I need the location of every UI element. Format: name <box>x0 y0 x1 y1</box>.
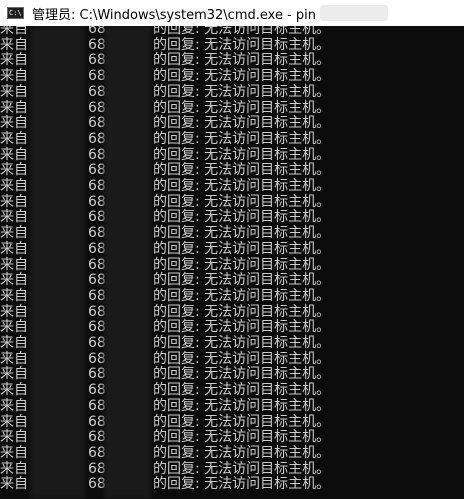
line-message: 的回复: 无法访问目标主机。 <box>153 397 331 414</box>
line-message: 的回复: 无法访问目标主机。 <box>153 429 331 446</box>
line-prefix: 来自 <box>0 272 28 289</box>
line-prefix: 来自 <box>0 413 28 430</box>
line-message: 的回复: 无法访问目标主机。 <box>153 36 331 53</box>
line-message: 的回复: 无法访问目标主机。 <box>153 287 331 304</box>
redacted-ip-block <box>30 26 85 499</box>
line-message: 的回复: 无法访问目标主机。 <box>153 115 331 132</box>
line-message: 的回复: 无法访问目标主机。 <box>153 366 331 383</box>
line-message: 的回复: 无法访问目标主机。 <box>153 225 331 242</box>
redacted-title-area <box>320 5 388 21</box>
line-prefix: 来自 <box>0 256 28 273</box>
line-prefix: 来自 <box>0 146 28 163</box>
line-message: 的回复: 无法访问目标主机。 <box>153 83 331 100</box>
line-message: 的回复: 无法访问目标主机。 <box>153 476 331 493</box>
line-prefix: 来自 <box>0 382 28 399</box>
line-message: 的回复: 无法访问目标主机。 <box>153 130 331 147</box>
line-prefix: 来自 <box>0 209 28 226</box>
line-message: 的回复: 无法访问目标主机。 <box>153 68 331 85</box>
line-prefix: 来自 <box>0 350 28 367</box>
line-prefix: 来自 <box>0 240 28 257</box>
line-message: 的回复: 无法访问目标主机。 <box>153 99 331 116</box>
line-message: 的回复: 无法访问目标主机。 <box>153 460 331 477</box>
line-message: 的回复: 无法访问目标主机。 <box>153 240 331 257</box>
line-prefix: 来自 <box>0 366 28 383</box>
line-message: 的回复: 无法访问目标主机。 <box>153 146 331 163</box>
console-output[interactable]: 来自 68. 的回复: 无法访问目标主机。 来自 68. 的回复: 无法访问目标主机。 来自… <box>0 26 464 499</box>
line-message: 的回复: 无法访问目标主机。 <box>153 382 331 399</box>
line-message: 的回复: 无法访问目标主机。 <box>153 26 331 37</box>
line-prefix: 来自 <box>0 429 28 446</box>
line-message: 的回复: 无法访问目标主机。 <box>153 303 331 320</box>
line-prefix: 来自 <box>0 476 28 493</box>
cmd-window: C:\ 管理员: C:\Windows\system32\cmd.exe - p… <box>0 0 464 499</box>
line-prefix: 来自 <box>0 444 28 461</box>
line-message: 的回复: 无法访问目标主机。 <box>153 350 331 367</box>
line-message: 的回复: 无法访问目标主机。 <box>153 272 331 289</box>
line-prefix: 来自 <box>0 319 28 336</box>
line-prefix: 来自 <box>0 178 28 194</box>
line-prefix: 来自 <box>0 335 28 351</box>
line-prefix: 来自 <box>0 303 28 320</box>
line-prefix: 来自 <box>0 460 28 477</box>
line-prefix: 来自 <box>0 193 28 210</box>
redacted-ip-block <box>104 26 151 499</box>
line-message: 的回复: 无法访问目标主机。 <box>153 52 331 69</box>
line-message: 的回复: 无法访问目标主机。 <box>153 178 331 194</box>
line-prefix: 来自 <box>0 52 28 69</box>
line-message: 的回复: 无法访问目标主机。 <box>153 256 331 273</box>
line-prefix: 来自 <box>0 68 28 85</box>
line-prefix: 来自 <box>0 397 28 414</box>
window-title: 管理员: C:\Windows\system32\cmd.exe - pin <box>32 7 316 23</box>
line-message: 的回复: 无法访问目标主机。 <box>153 209 331 226</box>
line-message: 的回复: 无法访问目标主机。 <box>153 319 331 336</box>
line-prefix: 来自 <box>0 225 28 242</box>
line-message: 的回复: 无法访问目标主机。 <box>153 193 331 210</box>
line-prefix: 来自 <box>0 83 28 100</box>
line-prefix: 来自 <box>0 130 28 147</box>
title-bar[interactable]: C:\ 管理员: C:\Windows\system32\cmd.exe - p… <box>0 0 464 26</box>
line-message: 的回复: 无法访问目标主机。 <box>153 335 331 351</box>
line-message: 的回复: 无法访问目标主机。 <box>153 413 331 430</box>
line-prefix: 来自 <box>0 99 28 116</box>
line-prefix: 来自 <box>0 287 28 304</box>
line-message: 的回复: 无法访问目标主机。 <box>153 162 331 179</box>
line-prefix: 来自 <box>0 162 28 179</box>
line-prefix: 来自 <box>0 36 28 53</box>
line-prefix: 来自 <box>0 26 28 37</box>
cmd-icon[interactable]: C:\ <box>7 7 24 19</box>
line-prefix: 来自 <box>0 115 28 132</box>
line-message: 的回复: 无法访问目标主机。 <box>153 444 331 461</box>
